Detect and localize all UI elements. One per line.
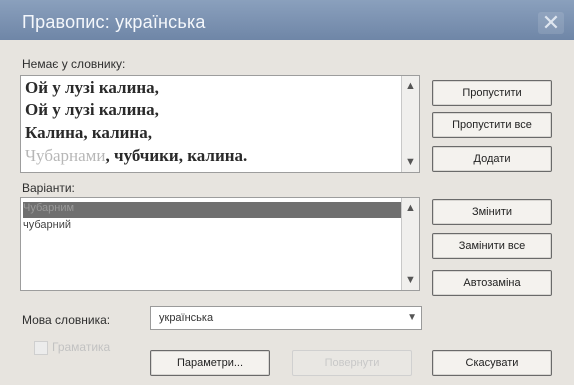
add-button[interactable]: Додати — [432, 146, 552, 172]
cancel-button[interactable]: Скасувати — [432, 350, 552, 376]
close-icon[interactable]: ✕ — [538, 12, 564, 34]
scroll-down-icon[interactable]: ▼ — [405, 274, 416, 286]
grammar-label: Граматика — [52, 340, 111, 354]
skip-button[interactable]: Пропустити — [432, 80, 552, 106]
not-in-dictionary-label: Немає у словнику: — [22, 57, 126, 71]
scroll-up-icon[interactable]: ▲ — [405, 80, 416, 92]
misspelled-word: Чубарнами — [25, 146, 106, 165]
change-all-button[interactable]: Замінити все — [432, 233, 552, 259]
title-bar: Правопис: українська ✕ — [0, 0, 574, 40]
suggestions-list[interactable]: Чубарним чубарний ▲ ▼ — [20, 197, 420, 291]
text-line-3: Калина, калина, — [25, 123, 152, 142]
chevron-down-icon[interactable]: ▼ — [407, 307, 417, 329]
undo-button[interactable]: Повернути — [292, 350, 412, 376]
suggestion-item[interactable]: Чубарним — [23, 202, 401, 218]
suggestions-scrollbar[interactable]: ▲ ▼ — [401, 198, 419, 290]
scroll-up-icon[interactable]: ▲ — [405, 202, 416, 214]
text-line-4-rest: , чубчики, калина. — [105, 146, 248, 165]
text-line-2: Ой у лузі калина, — [25, 100, 159, 119]
dictionary-language-label: Мова словника: — [22, 313, 111, 327]
not-in-dictionary-text[interactable]: Ой у лузі калина, Ой у лузі калина, Кали… — [20, 75, 420, 173]
suggestion-item[interactable]: чубарний — [23, 219, 401, 235]
text-scrollbar[interactable]: ▲ ▼ — [401, 76, 419, 172]
text-line-4: Чубарнами, чубчики, калина. — [25, 146, 247, 166]
dictionary-language-select[interactable]: українська ▼ — [150, 306, 422, 330]
skip-all-button[interactable]: Пропустити все — [432, 112, 552, 138]
options-button[interactable]: Параметри... — [150, 350, 270, 376]
text-line-1: Ой у лузі калина, — [25, 78, 159, 97]
grammar-checkbox[interactable] — [34, 341, 48, 355]
autocorrect-button[interactable]: Автозаміна — [432, 270, 552, 296]
dictionary-language-value: українська — [159, 312, 214, 324]
window-title: Правопис: українська — [22, 12, 206, 32]
suggestions-label: Варіанти: — [22, 181, 75, 195]
change-button[interactable]: Змінити — [432, 199, 552, 225]
scroll-down-icon[interactable]: ▼ — [405, 156, 416, 168]
